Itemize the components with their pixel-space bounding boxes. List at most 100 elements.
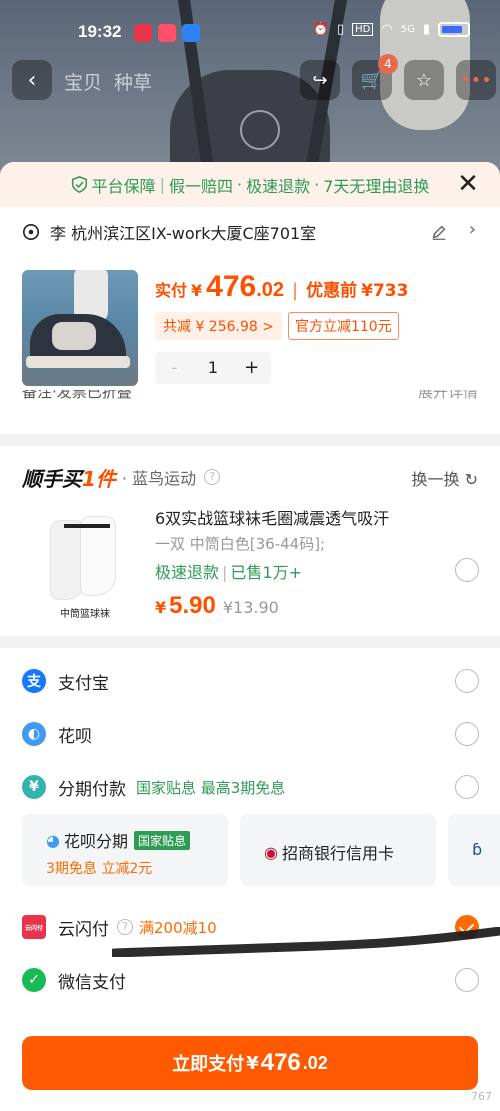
huabei-small-icon: ◕ <box>46 830 60 850</box>
decrease-button[interactable]: - <box>155 352 194 384</box>
refresh-icon: ↻ <box>464 470 478 489</box>
installment-card-cmb[interactable]: ◉ 招商银行信用卡 <box>240 814 436 886</box>
star-icon: ☆ <box>415 69 433 91</box>
cart-button[interactable]: 🛒 4 <box>352 54 398 100</box>
sock-image-caption: 中筒篮球袜 <box>60 609 110 620</box>
official-discount-tag: 官方立减110元 <box>287 312 399 340</box>
wifi-icon: ◠ <box>381 22 393 37</box>
payment-option-huabei[interactable]: ◐ 花呗 <box>22 719 478 749</box>
huabei-radio[interactable] <box>455 722 479 746</box>
swap-label: 换一换 <box>411 470 460 489</box>
add-on-spec[interactable]: 一双 中筒白色[36-44码]; <box>155 533 325 554</box>
total-saved-tag[interactable]: 共减 ¥ 256.98 > <box>155 312 282 340</box>
before-discount-label: 优惠前 <box>306 281 358 301</box>
edit-icon[interactable] <box>430 223 448 241</box>
expand-details[interactable]: 展开详情 <box>418 390 478 402</box>
wechat-label: 微信支付 <box>58 972 126 993</box>
alipay-icon: 支 <box>22 669 46 693</box>
currency-symbol: ¥ <box>155 598 167 617</box>
price-decimal: .02 <box>256 279 285 301</box>
installment-card-sub: 3期免息 立减2元 <box>46 861 153 877</box>
installments-label: 分期付款 <box>58 779 126 800</box>
close-icon: ✕ <box>457 169 479 199</box>
product-tabs: 宝贝 种草 <box>64 68 152 95</box>
installment-card-more[interactable]: ɓ <box>448 814 500 886</box>
discount-tags: 共减 ¥ 256.98 > 官方立减110元 <box>155 312 399 340</box>
handwritten-scribble <box>112 927 500 957</box>
address-text: 李 杭州滨江区IX-work大厦C座701室 <box>50 224 317 243</box>
cmb-bank-icon: ◉ <box>264 842 278 862</box>
payment-option-alipay[interactable]: 支 支付宝 <box>22 666 478 696</box>
alipay-label: 支付宝 <box>58 673 109 694</box>
currency-symbol: ¥ <box>191 281 203 300</box>
pay-now-button[interactable]: 立即支付 ¥ 476.02 <box>22 1036 478 1090</box>
add-on-price-value: 5.90 <box>169 592 216 619</box>
tab-product[interactable]: 宝贝 <box>64 68 102 95</box>
pay-button-price-decimal: .02 <box>302 1052 328 1073</box>
add-on-logo: 顺手买1件 <box>22 466 116 491</box>
cart-count-badge: 4 <box>378 54 398 74</box>
section-divider <box>0 434 500 446</box>
status-time: 19:32 <box>78 22 122 41</box>
bank-icon: ɓ <box>472 840 483 859</box>
increase-button[interactable]: + <box>232 352 271 384</box>
alarm-icon: ⏰ <box>312 22 329 37</box>
quantity-value[interactable]: 1 <box>193 352 233 384</box>
back-button[interactable]: ‹ <box>12 60 52 100</box>
shipping-address-row[interactable]: 李 杭州滨江区IX-work大厦C座701室 › <box>0 207 500 257</box>
corner-text: 767 <box>471 1090 492 1103</box>
more-button[interactable]: ••• <box>456 60 496 100</box>
app-notification-icon <box>158 24 176 42</box>
installment-card-title: ◉ 招商银行信用卡 <box>264 840 394 864</box>
shield-check-icon <box>71 176 87 193</box>
order-price-row: 实付 ¥ 476.02 | 优惠前 ¥733 <box>155 270 408 304</box>
cart-icon: 🛒 <box>360 69 384 91</box>
card-title: 招商银行信用卡 <box>281 844 394 863</box>
add-on-price: ¥ 5.90 ¥13.90 <box>155 592 279 620</box>
chevron-left-icon: ‹ <box>27 67 37 93</box>
share-button[interactable]: ↪ <box>300 60 340 100</box>
guarantee-dot: · <box>314 175 320 194</box>
guarantee-label: 平台保障 <box>91 176 156 196</box>
guarantee-separator: | <box>159 175 165 194</box>
location-pin-icon <box>22 223 40 241</box>
status-indicators: ⏰ ▯ HD ◠ 5G ▮ <box>313 22 470 37</box>
installment-card-huabei[interactable]: ◕ 花呗分期 国家贴息 3期免息 立减2元 <box>22 814 228 886</box>
swap-button[interactable]: 换一换 ↻ <box>411 466 478 490</box>
pay-label: 实付 <box>155 281 188 300</box>
product-image-panel <box>52 322 96 350</box>
section-divider <box>0 636 500 648</box>
add-on-title: 6双实战篮球袜毛圈减震透气吸汗 <box>155 509 390 528</box>
favorite-button[interactable]: ☆ <box>404 60 444 100</box>
huabei-label: 花呗 <box>58 726 92 747</box>
add-on-store: · 蓝鸟运动 <box>121 469 197 488</box>
sock-band <box>64 524 110 528</box>
close-button[interactable]: ✕ <box>456 169 480 199</box>
price-integer: 476 <box>206 270 257 303</box>
installment-card-title: ◕ 花呗分期 国家贴息 <box>46 828 190 852</box>
guarantee-dot: · <box>237 175 243 194</box>
pay-button-label: 立即支付 <box>172 1054 245 1075</box>
add-on-logo-accent: 1件 <box>82 466 116 491</box>
guarantee-item: 极速退款 <box>246 176 311 196</box>
installments-radio[interactable] <box>455 775 479 799</box>
order-confirm-sheet: 平台保障 | 假一赔四 · 极速退款 · 7天无理由退换 ✕ 李 杭州滨江区IX-w… <box>0 162 500 1111</box>
alipay-radio[interactable] <box>455 669 479 693</box>
message-icon: ••• <box>460 69 492 91</box>
help-icon[interactable]: ? <box>204 469 221 485</box>
remarks-label: 备注·发票已折叠 <box>22 390 132 401</box>
payment-option-installments[interactable]: ¥ 分期付款 国家贴息 最高3期免息 <box>22 772 478 802</box>
wechat-radio[interactable] <box>455 968 479 992</box>
tab-seeding[interactable]: 种草 <box>114 68 152 95</box>
add-on-header: 顺手买1件 · 蓝鸟运动 ? 换一换 ↻ <box>22 464 478 491</box>
signal-icon: ▮ <box>422 22 430 37</box>
installments-note: 国家贴息 最高3期免息 <box>136 778 286 797</box>
before-discount-price: ¥733 <box>361 281 409 301</box>
add-on-select-radio[interactable] <box>455 558 479 582</box>
platform-guarantee-banner: 平台保障 | 假一赔四 · 极速退款 · 7天无理由退换 <box>0 162 500 207</box>
card-title: 花呗分期 <box>63 832 128 851</box>
remarks-row[interactable]: 备注·发票已折叠 展开详情 <box>22 390 478 406</box>
payment-option-wechat[interactable]: ✓ 微信支付 <box>22 965 478 995</box>
product-image-sole <box>26 356 130 368</box>
status-bar: 19:32 ⏰ ▯ HD ◠ 5G ▮ <box>0 0 500 66</box>
